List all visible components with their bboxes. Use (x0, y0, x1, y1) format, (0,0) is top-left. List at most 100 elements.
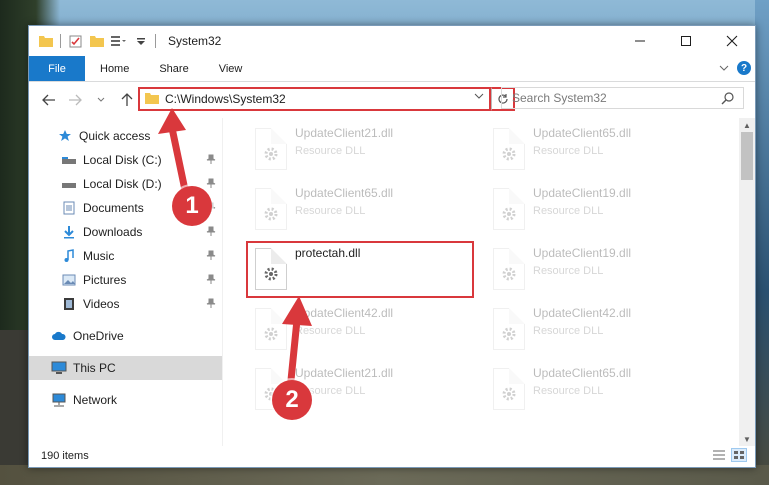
tab-file[interactable]: File (29, 56, 85, 81)
ribbon-controls: ? (719, 61, 751, 75)
drive-icon (61, 176, 77, 192)
sidebar-item-label: Documents (83, 201, 144, 215)
pictures-icon (61, 272, 77, 288)
sidebar-item-label: OneDrive (73, 329, 124, 343)
new-folder-icon[interactable] (89, 33, 105, 49)
file-type: Resource DLL (295, 145, 366, 157)
downloads-icon (61, 224, 77, 240)
window-controls (617, 26, 755, 56)
up-button[interactable] (117, 90, 137, 110)
search-icon[interactable] (721, 91, 735, 108)
dll-file-icon (493, 368, 525, 410)
navigation-bar: C:\Windows\System32 Search System32 (29, 82, 755, 118)
dll-file-icon (493, 308, 525, 350)
sidebar-item-label: Music (83, 249, 115, 263)
sidebar-item-videos[interactable]: Videos (29, 292, 222, 316)
back-button[interactable] (39, 90, 59, 110)
file-name: UpdateClient65.dll (533, 366, 632, 380)
minimize-button[interactable] (617, 26, 663, 56)
documents-icon (61, 200, 77, 216)
sidebar-item-this-pc[interactable]: This PC (29, 356, 222, 380)
dll-file-icon (255, 128, 287, 170)
sidebar-item-label: Videos (83, 297, 120, 311)
file-item[interactable]: UpdateClient65.dll Resource DLL (485, 362, 715, 420)
item-count: 190 items (41, 449, 89, 462)
vertical-scrollbar[interactable]: ▲ ▼ (739, 118, 755, 446)
file-name: UpdateClient19.dll (533, 186, 632, 200)
file-type: Resource DLL (533, 325, 604, 337)
search-input[interactable]: Search System32 (501, 87, 744, 109)
dll-file-icon (493, 248, 525, 290)
network-icon (51, 392, 67, 408)
dll-file-icon (255, 188, 287, 230)
sidebar-item-label: Quick access (79, 129, 151, 143)
nav-arrows (29, 90, 137, 110)
file-name: UpdateClient19.dll (533, 246, 632, 260)
file-item[interactable]: UpdateClient65.dll Resource DLL (485, 122, 715, 180)
drive-icon (61, 152, 77, 168)
sidebar-item-music[interactable]: Music (29, 244, 222, 268)
chevron-down-icon[interactable] (133, 33, 149, 49)
expand-ribbon-icon[interactable] (719, 61, 729, 75)
toolbar-separator (60, 34, 61, 48)
file-type: Resource DLL (533, 385, 604, 397)
dll-file-icon (493, 128, 525, 170)
file-item[interactable]: UpdateClient42.dll Resource DLL (485, 302, 715, 360)
scrollbar-thumb[interactable] (741, 132, 753, 180)
file-item[interactable]: UpdateClient21.dll Resource DLL (247, 122, 477, 180)
pin-icon[interactable] (206, 250, 216, 263)
view-toggle (711, 448, 747, 462)
customize-toolbar-icon[interactable] (111, 33, 127, 49)
file-item[interactable]: UpdateClient65.dll Resource DLL (247, 182, 477, 240)
background-sky (755, 0, 769, 485)
videos-icon (61, 296, 77, 312)
properties-icon[interactable] (67, 33, 83, 49)
file-explorer-window: System32 File Home Share View ? C:\Windo… (28, 25, 756, 468)
tab-share[interactable]: Share (144, 56, 203, 81)
dll-file-icon (493, 188, 525, 230)
scroll-up-icon[interactable]: ▲ (739, 118, 755, 132)
star-icon (57, 128, 73, 144)
toolbar-separator (155, 34, 156, 48)
file-type: Resource DLL (533, 205, 604, 217)
sidebar-item-label: Downloads (83, 225, 143, 239)
file-item[interactable]: UpdateClient19.dll Resource DLL (485, 182, 715, 240)
tab-view[interactable]: View (204, 56, 258, 81)
file-name: UpdateClient65.dll (533, 126, 632, 140)
file-type: Resource DLL (533, 145, 604, 157)
forward-button[interactable] (65, 90, 85, 110)
recent-locations-button[interactable] (91, 90, 111, 110)
music-icon (61, 248, 77, 264)
large-icons-view-icon[interactable] (731, 448, 747, 462)
sidebar-item-label: Pictures (83, 273, 127, 287)
window-title: System32 (168, 34, 222, 48)
ribbon-tabs: File Home Share View ? (29, 56, 755, 82)
computer-icon (51, 360, 67, 376)
sidebar-item-network[interactable]: Network (29, 388, 222, 412)
cloud-icon (51, 328, 67, 344)
file-item[interactable]: UpdateClient19.dll Resource DLL (485, 242, 715, 300)
close-button[interactable] (709, 26, 755, 56)
quick-access-toolbar: System32 (29, 33, 221, 49)
status-bar: 190 items (29, 444, 755, 467)
sidebar-item-pictures[interactable]: Pictures (29, 268, 222, 292)
callout-2: 2 (272, 380, 312, 420)
pin-icon[interactable] (206, 274, 216, 287)
file-name: UpdateClient42.dll (533, 306, 632, 320)
sidebar-item-onedrive[interactable]: OneDrive (29, 324, 222, 348)
search-placeholder: Search System32 (512, 91, 607, 105)
annotation-arrow-1 (158, 108, 189, 194)
title-bar: System32 (29, 26, 755, 56)
tab-home[interactable]: Home (85, 56, 144, 81)
file-type: Resource DLL (295, 205, 366, 217)
pin-icon[interactable] (206, 298, 216, 311)
details-view-icon[interactable] (711, 448, 727, 462)
sidebar-item-label: This PC (73, 361, 116, 375)
help-button[interactable]: ? (737, 61, 751, 75)
chevron-down-icon[interactable] (474, 92, 484, 103)
pin-icon[interactable] (206, 226, 216, 239)
callout-1: 1 (172, 186, 212, 226)
maximize-button[interactable] (663, 26, 709, 56)
file-name: UpdateClient65.dll (295, 186, 394, 200)
folder-icon (38, 33, 54, 49)
